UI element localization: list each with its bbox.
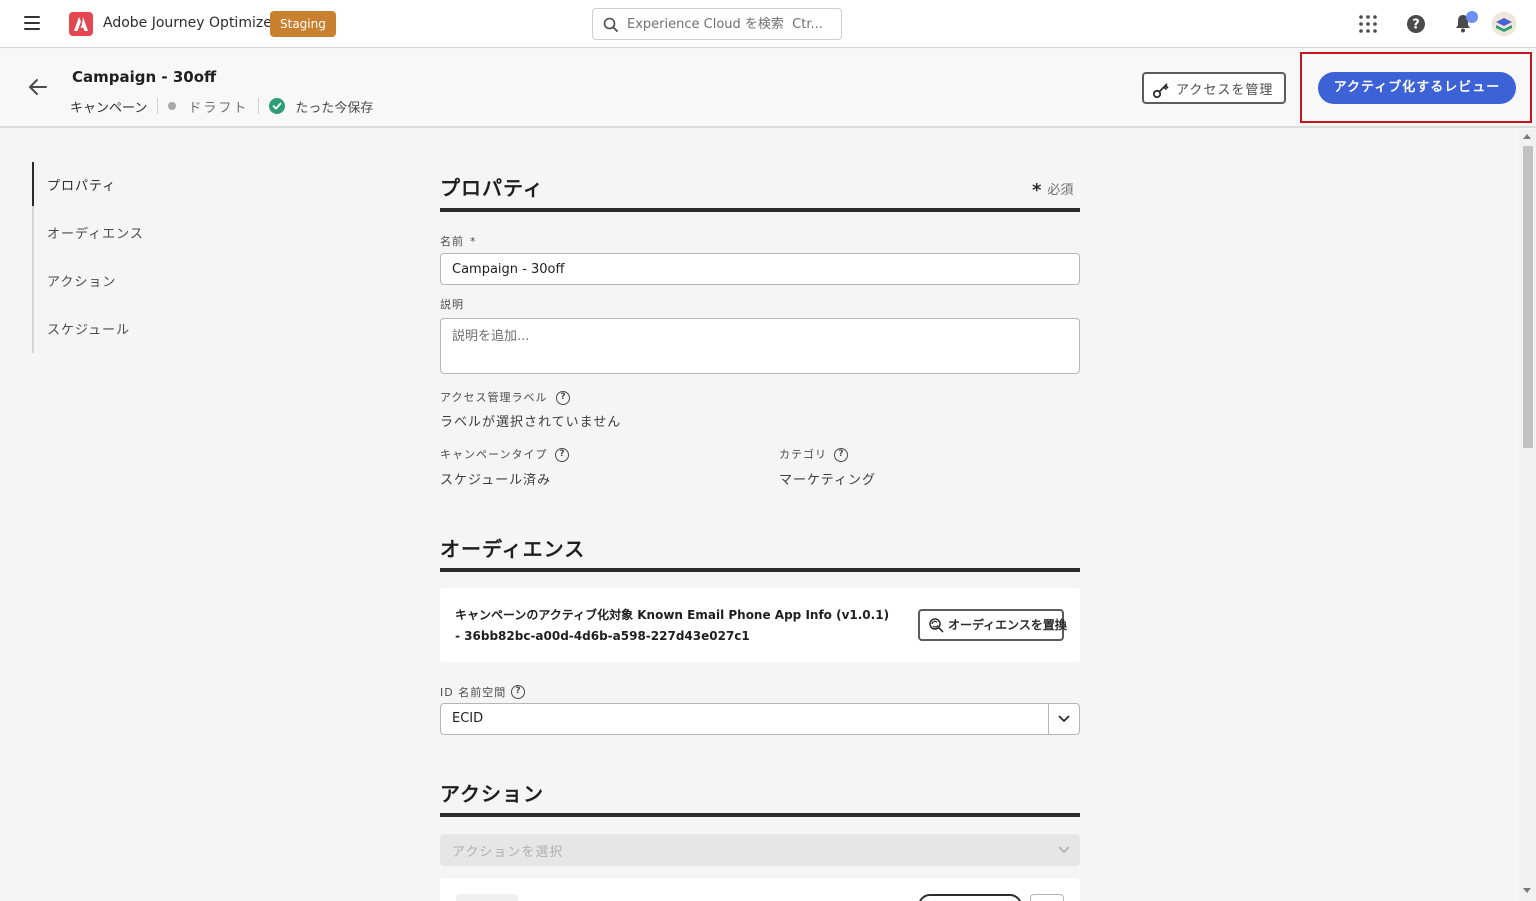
campaign-type-value: スケジュール済み [440,473,552,488]
campaign-type-label: キャンペーンタイプ [440,448,548,461]
campaign-type-help-icon[interactable]: ? [555,448,569,462]
search-icon [603,17,619,33]
chevron-down-icon [1058,715,1070,722]
action-card-menu-button[interactable] [1030,894,1064,901]
back-arrow-icon[interactable] [26,75,50,99]
access-labels-value: ラベルが選択されていません [440,415,622,430]
adobe-logo-icon[interactable] [69,12,93,36]
saved-check-icon [269,98,286,114]
access-labels-label: アクセス管理ラベル [440,391,548,404]
access-labels-help-icon[interactable]: ? [556,391,570,405]
hamburger-menu-icon[interactable] [24,16,40,30]
status-label: ドラフト [188,100,249,116]
action-card-tag [456,894,518,901]
replace-audience-label: オーディエンスを置換 [948,618,1067,632]
category-value: マーケティング [779,473,876,488]
campaign-header: Campaign - 30off キャンペーン ドラフト たった今保存 アクセス… [0,49,1536,128]
action-select[interactable]: アクションを選択 [440,834,1080,866]
required-note-label: 必須 [1047,183,1074,198]
nav-item-schedule[interactable]: スケジュール [47,319,130,338]
action-select-placeholder: アクションを選択 [452,845,564,860]
description-label: 説明 [440,298,464,311]
section-divider [440,568,1080,572]
name-input[interactable] [440,253,1080,285]
save-status-label: たった今保存 [295,100,374,116]
app-name[interactable]: Adobe Journey Optimizer [103,15,278,31]
chevron-down-icon [1058,846,1070,853]
review-to-activate-button[interactable]: アクティブ化するレビュー [1318,72,1516,104]
nav-item-actions[interactable]: アクション [47,271,116,290]
audience-description: キャンペーンのアクティブ化対象 Known Email Phone App In… [455,608,890,643]
audience-section-title: オーディエンス [440,537,586,561]
search-box[interactable] [592,8,842,40]
draft-status-dot-icon [168,102,177,110]
category-label: カテゴリ [779,448,827,461]
notification-badge-icon [1466,11,1478,23]
scroll-down-arrow-icon[interactable] [1523,888,1531,893]
scroll-thumb[interactable] [1523,146,1533,448]
help-icon[interactable]: ? [1404,12,1428,36]
section-divider [440,208,1080,212]
namespace-label: ID 名前空間 [440,686,507,699]
campaign-meta: キャンペーン ドラフト たった今保存 [70,96,373,116]
nav-item-audience[interactable]: オーディエンス [47,223,144,242]
manage-access-label: アクセスを管理 [1176,82,1274,98]
properties-section-title: プロパティ [440,176,544,200]
namespace-selected-value: ECID [452,711,484,726]
namespace-select[interactable]: ECID [440,703,1080,735]
required-note: * 必須 [1032,179,1073,201]
section-divider [440,813,1080,817]
namespace-help-icon[interactable]: ? [511,685,525,699]
key-icon [1152,83,1169,99]
page-scrollbar[interactable] [1519,129,1536,901]
action-card-button[interactable] [918,894,1022,901]
description-input[interactable] [440,318,1080,374]
replace-audience-button[interactable]: オーディエンスを置換 [918,609,1067,641]
action-card [440,878,1080,901]
divider [157,98,159,114]
scroll-up-arrow-icon[interactable] [1523,134,1531,139]
manage-access-button[interactable]: アクセスを管理 [1142,72,1286,104]
replace-audience-icon [929,618,944,633]
active-indicator [32,162,34,206]
search-input[interactable] [627,14,832,34]
required-asterisk: * [1032,180,1042,201]
apps-grid-icon[interactable] [1356,12,1380,36]
object-type-label: キャンペーン [70,100,148,116]
audience-card: キャンペーンのアクティブ化対象 Known Email Phone App In… [440,588,1080,662]
name-label: 名前 * [440,235,477,248]
namespace-dropdown-button[interactable] [1048,704,1079,734]
svg-text:?: ? [1412,18,1420,33]
environment-badge[interactable]: Staging [270,11,336,37]
campaign-title: Campaign - 30off [72,68,217,86]
shell-bar: Adobe Journey Optimizer Staging ? [0,0,1536,48]
category-help-icon[interactable]: ? [834,448,848,462]
section-nav: プロパティ オーディエンス アクション スケジュール [32,162,212,353]
actions-section-title: アクション [440,782,544,806]
divider [258,98,260,114]
user-avatar[interactable] [1492,12,1516,36]
nav-item-properties[interactable]: プロパティ [47,175,116,194]
